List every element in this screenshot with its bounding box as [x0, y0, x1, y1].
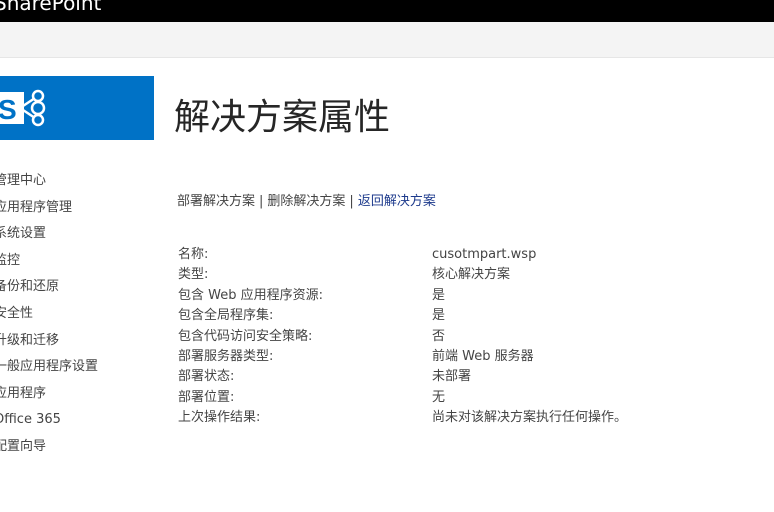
solution-actions: 部署解决方案 | 删除解决方案 | 返回解决方案 — [177, 192, 436, 212]
action-separator: | — [349, 194, 354, 209]
property-label: 部署状态: — [178, 369, 235, 385]
nav-item-monitoring[interactable]: 监控 — [0, 248, 159, 275]
nav-item-configuration-wizards[interactable]: 配置向导 — [0, 434, 159, 461]
nav-item-security[interactable]: 安全性 — [0, 301, 159, 328]
property-label: 名称: — [178, 247, 209, 262]
property-label: 部署服务器类型: — [178, 348, 274, 364]
nav-item-general-app-settings[interactable]: 一般应用程序设置 — [0, 354, 159, 381]
property-label: 包含 Web 应用程序资源: — [178, 287, 323, 303]
property-value: 无 — [432, 389, 446, 405]
property-value: 否 — [432, 328, 446, 344]
quick-launch-nav: 管理中心 应用程序管理 系统设置 监控 备份和还原 安全性 升级和迁移 一般应用… — [0, 168, 165, 461]
nav-item-upgrade-migration[interactable]: 升级和迁移 — [0, 328, 159, 355]
nav-item-application-management[interactable]: 应用程序管理 — [0, 195, 159, 222]
suite-bar: SharePoint — [0, 0, 774, 22]
property-label: 包含全局程序集: — [178, 308, 274, 324]
property-value: 是 — [432, 287, 446, 303]
property-value: 未部署 — [432, 369, 472, 385]
property-value: 前端 Web 服务器 — [432, 348, 534, 364]
nav-item-central-admin[interactable]: 管理中心 — [0, 168, 159, 195]
action-separator: | — [259, 194, 264, 209]
property-label: 部署位置: — [178, 389, 235, 405]
property-label: 上次操作结果: — [178, 410, 261, 426]
property-label: 类型: — [178, 267, 209, 283]
property-value: 是 — [432, 308, 446, 324]
nav-item-backup-restore[interactable]: 备份和还原 — [0, 274, 159, 301]
property-value: 尚未对该解决方案执行任何操作。 — [432, 410, 628, 426]
back-to-solutions-link[interactable]: 返回解决方案 — [358, 194, 436, 209]
ribbon-bar — [0, 22, 774, 58]
sharepoint-logo-icon: S — [0, 89, 46, 127]
suite-bar-title[interactable]: SharePoint — [0, 0, 101, 14]
page-title: 解决方案属性 — [174, 97, 391, 138]
remove-solution-link[interactable]: 删除解决方案 — [267, 194, 345, 209]
property-label: 包含代码访问安全策略: — [178, 328, 313, 344]
sharepoint-logo[interactable]: S — [0, 76, 154, 140]
nav-item-apps[interactable]: 应用程序 — [0, 381, 159, 408]
property-value: cusotmpart.wsp — [432, 247, 537, 262]
nav-item-system-settings[interactable]: 系统设置 — [0, 221, 159, 248]
nav-item-office-365[interactable]: Office 365 — [0, 407, 159, 434]
deploy-solution-link[interactable]: 部署解决方案 — [177, 194, 255, 209]
property-value: 核心解决方案 — [432, 267, 511, 283]
logo-letter: S — [0, 94, 17, 125]
